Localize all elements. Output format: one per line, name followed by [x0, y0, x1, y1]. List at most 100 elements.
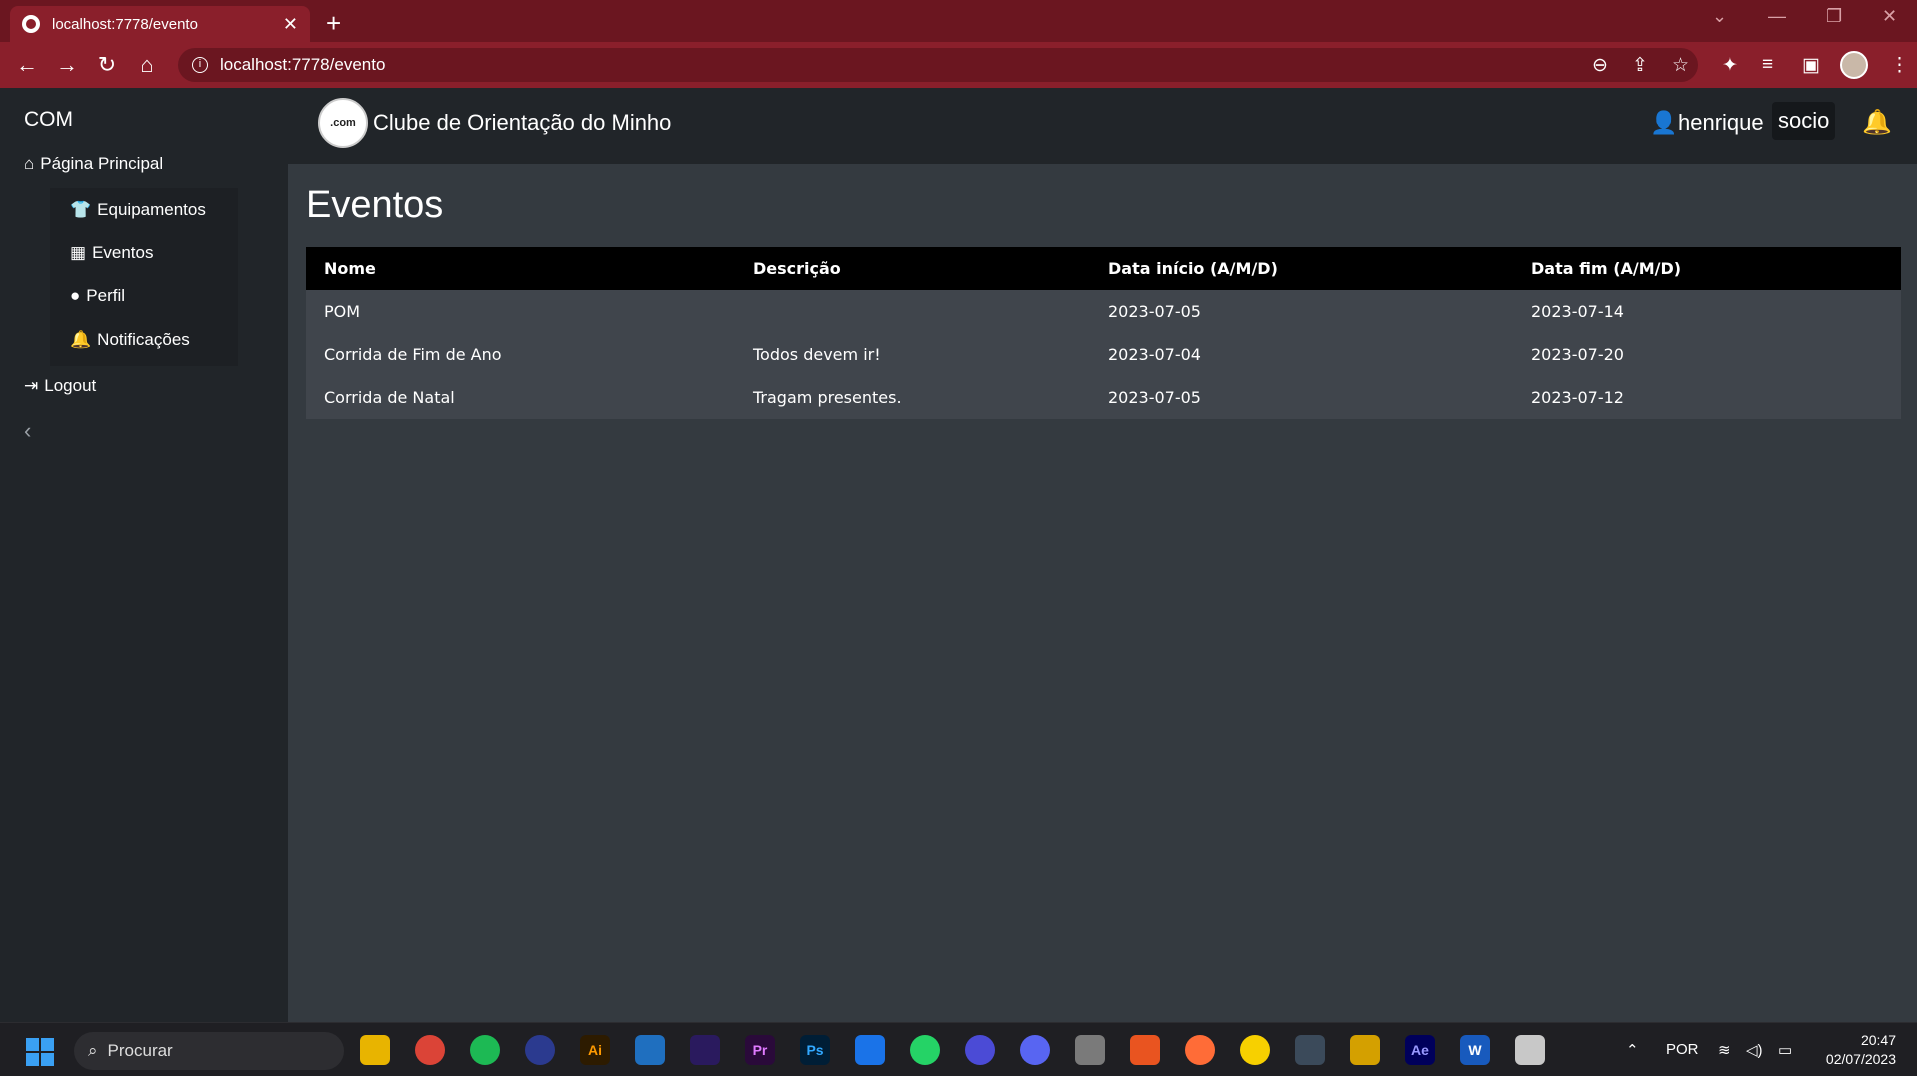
profile-avatar[interactable] — [1840, 51, 1868, 79]
bell-icon: 🔔 — [70, 330, 92, 349]
show-hidden-icons-icon[interactable]: ⌃ — [1626, 1041, 1639, 1059]
back-icon[interactable]: ← — [14, 52, 40, 78]
table-cell: 2023-07-05 — [1108, 388, 1201, 407]
new-tab-icon[interactable]: + — [326, 8, 341, 39]
sidebar-item-label: Página Principal — [40, 154, 164, 173]
tab-title: localhost:7778/evento — [52, 15, 198, 33]
windows-start-icon[interactable] — [26, 1038, 54, 1066]
postman-icon[interactable] — [1185, 1035, 1215, 1065]
zoom-icon[interactable]: ⊖ — [1592, 54, 1608, 77]
ubuntu-icon[interactable] — [1130, 1035, 1160, 1065]
spotify-icon[interactable] — [470, 1035, 500, 1065]
sidebar-brand[interactable]: COM — [24, 108, 73, 132]
user-name[interactable]: henrique — [1678, 110, 1764, 136]
reload-icon[interactable]: ↻ — [94, 52, 120, 78]
column-header-descricao: Descrição — [753, 259, 841, 278]
word-icon[interactable]: W — [1460, 1035, 1490, 1065]
photoshop-icon[interactable]: Ps — [800, 1035, 830, 1065]
shirt-icon: 👕 — [70, 200, 92, 219]
browser-tab[interactable]: localhost:7778/evento ✕ — [10, 6, 310, 42]
file-explorer-icon[interactable] — [360, 1035, 390, 1065]
club-logo[interactable]: .com — [318, 98, 368, 148]
sidebar-item-perfil[interactable]: ● Perfil — [70, 286, 125, 306]
media-icon[interactable]: ≡ — [1762, 54, 1773, 76]
table-cell: POM — [324, 302, 361, 321]
table-cell: Tragam presentes. — [753, 388, 902, 407]
battery-icon[interactable]: ▭ — [1778, 1041, 1792, 1059]
sidebar-item-home[interactable]: ⌂ Página Principal — [24, 154, 163, 174]
taskbar-search[interactable]: ⌕ Procurar — [74, 1032, 344, 1070]
after-effects-icon[interactable]: Ae — [1405, 1035, 1435, 1065]
table-row[interactable]: POM 2023-07-05 2023-07-14 — [306, 290, 1901, 333]
house-icon: ⌂ — [24, 154, 35, 173]
snipping-tool-icon[interactable] — [1515, 1035, 1545, 1065]
sidebar-item-notificacoes[interactable]: 🔔 Notificações — [70, 330, 190, 350]
close-window-icon[interactable]: ✕ — [1882, 6, 1897, 27]
share-icon[interactable]: ⇪ — [1632, 54, 1648, 77]
table-cell: 2023-07-04 — [1108, 345, 1201, 364]
vscode-icon[interactable] — [635, 1035, 665, 1065]
whatsapp-icon[interactable] — [910, 1035, 940, 1065]
table-cell: Todos devem ir! — [753, 345, 881, 364]
address-bar[interactable]: i localhost:7778/evento — [178, 48, 1698, 82]
close-tab-icon[interactable]: ✕ — [283, 14, 298, 35]
role-badge: socio — [1772, 102, 1836, 140]
mail-icon[interactable] — [855, 1035, 885, 1065]
info-icon[interactable]: i — [192, 57, 208, 73]
column-header-data-inicio: Data início (A/M/D) — [1108, 259, 1278, 278]
virtualbox-icon[interactable] — [1295, 1035, 1325, 1065]
table-header-row: Nome Descrição Data início (A/M/D) Data … — [306, 247, 1901, 290]
chrome-icon[interactable] — [415, 1035, 445, 1065]
sidebar-item-eventos[interactable]: ▦ Eventos — [70, 243, 154, 263]
extensions-icon[interactable]: ✦ — [1722, 54, 1738, 77]
forward-icon[interactable]: → — [54, 52, 80, 78]
sidepanel-icon[interactable]: ▣ — [1802, 54, 1820, 77]
taskbar-clock[interactable]: 20:47 02/07/2023 — [1816, 1031, 1896, 1069]
search-icon: ⌕ — [88, 1041, 98, 1060]
url-text: localhost:7778/evento — [220, 55, 386, 74]
search-placeholder: Procurar — [107, 1041, 173, 1060]
restore-icon[interactable]: ❐ — [1826, 6, 1842, 27]
app-icon[interactable] — [1075, 1035, 1105, 1065]
home-icon[interactable]: ⌂ — [134, 52, 160, 78]
app-icon[interactable] — [525, 1035, 555, 1065]
column-header-nome: Nome — [324, 259, 376, 278]
table-cell: Corrida de Fim de Ano — [324, 345, 502, 364]
table-cell: 2023-07-05 — [1108, 302, 1201, 321]
sidebar-item-label: Notificações — [97, 330, 190, 349]
table-row[interactable]: Corrida de Fim de Ano Todos devem ir! 20… — [306, 333, 1901, 376]
table-row[interactable]: Corrida de Natal Tragam presentes. 2023-… — [306, 376, 1901, 419]
main-content: Eventos Nome Descrição Data início (A/M/… — [288, 164, 1917, 1022]
sidebar-item-label: Logout — [44, 376, 97, 395]
tab-search-icon[interactable]: ⌄ — [1712, 6, 1727, 27]
table-cell: Corrida de Natal — [324, 388, 455, 407]
notifications-bell-icon[interactable]: 🔔 — [1862, 108, 1892, 137]
table-cell: 2023-07-20 — [1531, 345, 1624, 364]
lightbulb-icon[interactable] — [1240, 1035, 1270, 1065]
menu-icon[interactable]: ⋮ — [1890, 54, 1909, 77]
app-icon[interactable] — [1350, 1035, 1380, 1065]
star-icon[interactable]: ☆ — [1672, 54, 1689, 77]
logout-icon: ⇥ — [24, 376, 39, 395]
page-title: Eventos — [306, 184, 444, 226]
minimize-icon[interactable]: — — [1768, 6, 1786, 27]
column-header-data-fim: Data fim (A/M/D) — [1531, 259, 1682, 278]
discord-icon[interactable] — [1020, 1035, 1050, 1065]
illustrator-icon[interactable]: Ai — [580, 1035, 610, 1065]
collapse-sidebar-icon[interactable]: ‹ — [24, 418, 31, 444]
calendar-icon: ▦ — [70, 243, 87, 262]
language-indicator[interactable]: POR — [1666, 1041, 1699, 1058]
site-title: Clube de Orientação do Minho — [373, 110, 672, 135]
app-icon[interactable] — [965, 1035, 995, 1065]
sidebar-submenu: 👕 Equipamentos ▦ Eventos ● Perfil 🔔 Noti… — [50, 188, 238, 366]
sidebar-item-equipamentos[interactable]: 👕 Equipamentos — [70, 200, 206, 220]
premiere-icon[interactable]: Pr — [745, 1035, 775, 1065]
video-editor-icon[interactable] — [690, 1035, 720, 1065]
wifi-icon[interactable]: ≋ — [1718, 1041, 1731, 1059]
volume-icon[interactable]: ◁) — [1746, 1041, 1763, 1059]
os-taskbar: ⌕ Procurar Ai Pr Ps Ae W ⌃ POR ≋ ◁) ▭ 20… — [0, 1022, 1917, 1076]
table-cell: 2023-07-14 — [1531, 302, 1624, 321]
sidebar-item-logout[interactable]: ⇥ Logout — [24, 376, 96, 396]
table-cell — [735, 290, 1090, 333]
user-icon: ● — [70, 286, 81, 305]
